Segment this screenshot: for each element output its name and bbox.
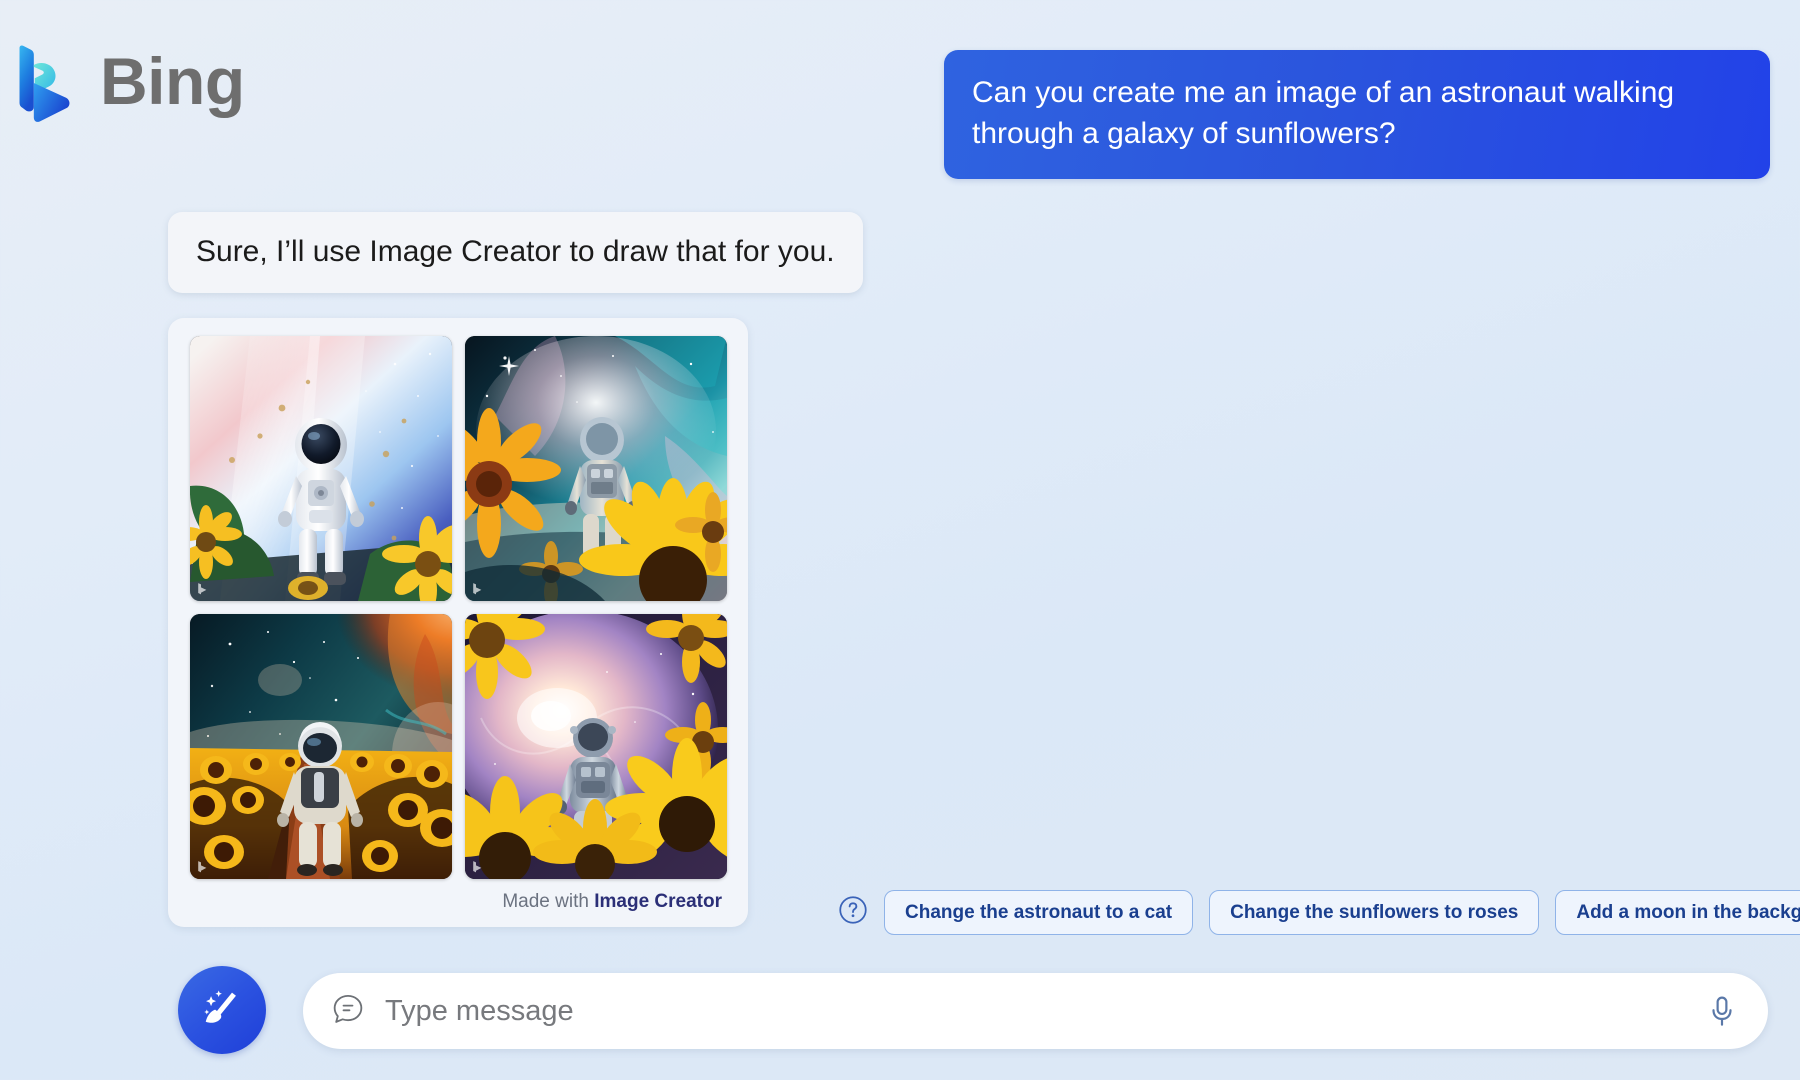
message-input[interactable] <box>383 993 1702 1029</box>
bing-chat-app: Bing Can you create me an image of an as… <box>0 0 1800 1080</box>
bing-watermark-icon <box>473 861 482 873</box>
generated-image-3[interactable] <box>190 614 452 879</box>
image-creator-link[interactable]: Image Creator <box>594 891 722 912</box>
attribution-prefix: Made with <box>502 891 589 912</box>
suggestion-bar: Change the astronaut to a cat Change the… <box>838 890 1800 935</box>
generated-image-2[interactable] <box>465 336 727 601</box>
chat-bubble-icon <box>331 992 365 1031</box>
image-results-card: Made with Image Creator <box>168 318 748 927</box>
generated-image-1[interactable] <box>190 336 452 601</box>
generated-image-4[interactable] <box>465 614 727 879</box>
user-message-bubble: Can you create me an image of an astrona… <box>944 50 1770 179</box>
microphone-icon[interactable] <box>1702 989 1742 1033</box>
message-composer[interactable] <box>303 973 1768 1049</box>
broom-sparkle-icon <box>197 983 247 1038</box>
bing-watermark-icon <box>473 583 482 595</box>
suggestion-chip-1[interactable]: Change the astronaut to a cat <box>884 890 1194 935</box>
question-mark-circle-icon[interactable] <box>838 895 868 930</box>
suggestion-chip-3[interactable]: Add a moon in the background <box>1555 890 1800 935</box>
image-grid <box>190 336 727 879</box>
image-creator-attribution: Made with Image Creator <box>190 891 726 913</box>
new-topic-button[interactable] <box>178 966 266 1054</box>
bing-watermark-icon <box>198 583 207 595</box>
assistant-message-bubble: Sure, I’ll use Image Creator to draw tha… <box>168 212 863 293</box>
suggestion-chip-2[interactable]: Change the sunflowers to roses <box>1209 890 1540 935</box>
bing-watermark-icon <box>198 861 207 873</box>
